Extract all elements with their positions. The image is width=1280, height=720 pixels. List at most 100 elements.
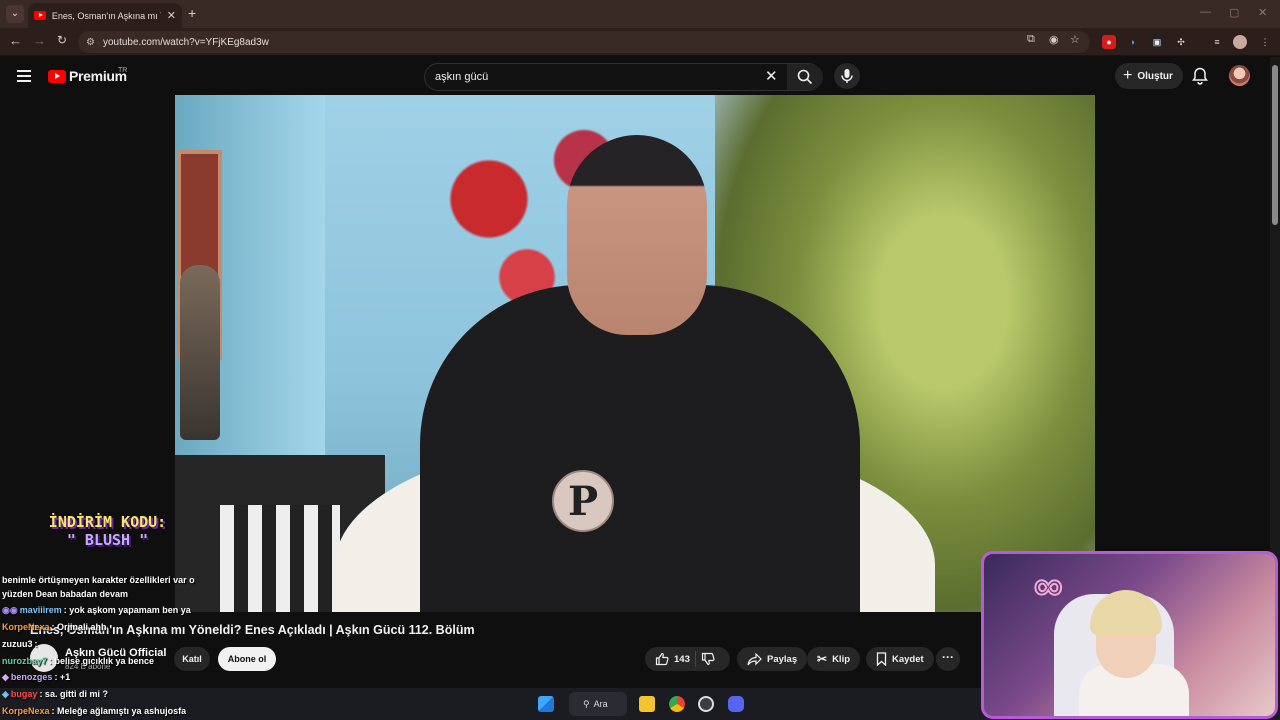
like-icon[interactable] bbox=[655, 652, 669, 666]
chat-username: nurozbay7 bbox=[2, 656, 48, 666]
profile-avatar-icon[interactable] bbox=[1233, 35, 1247, 49]
search-button[interactable] bbox=[787, 64, 823, 90]
country-code: TR bbox=[118, 67, 128, 74]
windows-start-icon[interactable] bbox=[538, 696, 554, 712]
browser-tab-strip: ⌄ Enes, Osman'ın Aşkına mı Yöneldi? ✕ + … bbox=[0, 0, 1280, 28]
youtube-play-icon bbox=[48, 69, 66, 83]
chat-text: : Meleğe ağlamıştı ya ashujosfa bbox=[51, 706, 187, 716]
dislike-icon[interactable] bbox=[701, 652, 715, 666]
extension-sound-icon[interactable]: ◗ bbox=[1126, 35, 1140, 49]
subscribe-button[interactable]: Abone ol bbox=[218, 647, 276, 671]
chat-username: zuzuu3 bbox=[2, 639, 33, 649]
chrome-icon[interactable] bbox=[669, 696, 685, 712]
chat-badge-icon: ◆ bbox=[2, 672, 9, 682]
scissors-icon: ✂ bbox=[817, 652, 828, 666]
save-button[interactable]: Kaydet bbox=[866, 647, 934, 671]
chat-text: : bbox=[34, 639, 38, 649]
video-scene-statue bbox=[180, 265, 220, 440]
obs-icon[interactable] bbox=[698, 696, 714, 712]
promo-line-1: İNDİRİM KODU: bbox=[48, 513, 167, 531]
divider bbox=[694, 651, 696, 667]
video-player[interactable]: P bbox=[175, 95, 1095, 612]
extension-red-icon[interactable]: ● bbox=[1102, 35, 1116, 49]
reading-list-icon[interactable]: ≡ bbox=[1210, 35, 1224, 49]
menu-icon[interactable] bbox=[17, 70, 31, 82]
chat-text: : +1 bbox=[54, 672, 71, 682]
channel-watermark-logo: P bbox=[552, 470, 614, 532]
youtube-favicon-icon bbox=[34, 11, 46, 20]
promo-line-2: " BLUSH " bbox=[66, 531, 149, 549]
chat-message: KorpeNexa: Meleğe ağlamıştı ya ashujosfa bbox=[2, 706, 186, 716]
taskbar-search[interactable]: ⚲ Ara bbox=[569, 692, 627, 716]
chat-text: : belise gıcıklık ya bence bbox=[49, 656, 155, 666]
site-info-icon[interactable]: ⚙ bbox=[86, 37, 95, 48]
chat-username: KorpeNexa bbox=[2, 622, 50, 632]
tab-close-icon[interactable]: ✕ bbox=[167, 9, 176, 22]
promo-code-overlay: İNDİRİM KODU: " BLUSH " bbox=[35, 513, 180, 561]
share-icon bbox=[747, 652, 762, 665]
search-input[interactable] bbox=[435, 71, 755, 83]
back-icon[interactable]: ← bbox=[9, 33, 22, 48]
video-scene-cabinet-pattern bbox=[220, 505, 340, 612]
create-button[interactable]: + Oluştur bbox=[1115, 63, 1183, 89]
screen: ⌄ Enes, Osman'ın Aşkına mı Yöneldi? ✕ + … bbox=[0, 0, 1280, 720]
maximize-icon[interactable]: ▢ bbox=[1229, 6, 1239, 19]
chat-message-fragment: yüzden Dean babadan devam bbox=[2, 589, 129, 599]
discord-icon[interactable] bbox=[728, 696, 744, 712]
account-avatar[interactable] bbox=[1229, 65, 1250, 86]
chat-message: KorpeNexa: Orjinali ahh bbox=[2, 622, 107, 632]
more-actions-icon[interactable]: ··· bbox=[936, 647, 960, 671]
close-window-icon[interactable]: ✕ bbox=[1258, 6, 1267, 19]
clip-label: Klip bbox=[832, 653, 851, 665]
chat-message: ◆ benozges: +1 bbox=[2, 672, 70, 683]
chat-message-fragment: benimle örtüşmeyen karakter özellikleri … bbox=[2, 575, 195, 585]
chat-text: : Orjinali ahh bbox=[51, 622, 107, 632]
reload-icon[interactable]: ↻ bbox=[57, 33, 67, 47]
clip-button[interactable]: ✂ Klip bbox=[807, 647, 861, 671]
minimize-icon[interactable]: — bbox=[1200, 6, 1211, 18]
youtube-masthead: Premium TR ✕ + Oluştur bbox=[0, 57, 1270, 95]
chat-message: ◉◉ maviiirem: yok aşkom yapamam ben ya bbox=[2, 605, 191, 616]
clear-search-icon[interactable]: ✕ bbox=[765, 67, 778, 85]
address-bar[interactable]: ⚙ youtube.com/watch?v=YFjKEg8ad3w bbox=[78, 31, 1090, 53]
share-button[interactable]: Paylaş bbox=[737, 647, 808, 671]
like-count[interactable]: 143 bbox=[674, 654, 690, 665]
like-dislike-bar: 143 bbox=[645, 647, 730, 671]
extension-dark-icon[interactable]: ▣ bbox=[1150, 35, 1164, 49]
chat-badge-icon: ◈ bbox=[2, 689, 9, 699]
bookmark-star-icon[interactable]: ☆ bbox=[1070, 33, 1080, 46]
chat-text: : sa. gitti di mi ? bbox=[39, 689, 108, 699]
chat-message: nurozbay7: belise gıcıklık ya bence bbox=[2, 656, 154, 666]
url-text: youtube.com/watch?v=YFjKEg8ad3w bbox=[102, 36, 269, 48]
browser-toolbar: ← → ↻ ⚙ youtube.com/watch?v=YFjKEg8ad3w … bbox=[0, 28, 1280, 56]
chat-username: bugay bbox=[10, 689, 38, 699]
chat-text: : yok aşkom yapamam ben ya bbox=[63, 605, 191, 615]
tab-search-dropdown-icon[interactable]: ⌄ bbox=[6, 5, 24, 23]
join-button[interactable]: Katıl bbox=[174, 647, 210, 671]
file-explorer-icon[interactable] bbox=[639, 696, 655, 712]
new-tab-icon[interactable]: + bbox=[188, 5, 196, 21]
tab-title: Enes, Osman'ın Aşkına mı Yöneldi? bbox=[51, 10, 161, 21]
microphone-icon bbox=[841, 69, 853, 83]
chat-message: ◈ bugay: sa. gitti di mi ? bbox=[2, 689, 108, 700]
save-label: Kaydet bbox=[892, 653, 924, 665]
notifications-bell-icon[interactable] bbox=[1192, 67, 1208, 85]
voice-search-button[interactable] bbox=[834, 63, 860, 89]
chat-username: maviiirem bbox=[19, 605, 62, 615]
youtube-premium-logo[interactable]: Premium bbox=[48, 68, 127, 84]
chat-username: benozges bbox=[10, 672, 53, 682]
browser-tab-active[interactable]: Enes, Osman'ın Aşkına mı Yöneldi? ✕ bbox=[28, 3, 182, 28]
share-label: Paylaş bbox=[767, 653, 798, 665]
video-scene-head bbox=[567, 135, 707, 335]
extensions-puzzle-icon[interactable]: ✣ bbox=[1174, 35, 1188, 49]
taskbar-search-label: Ara bbox=[593, 699, 608, 709]
create-label: Oluştur bbox=[1137, 70, 1173, 82]
browser-menu-icon[interactable]: ⋮ bbox=[1258, 35, 1272, 49]
scrollbar-thumb[interactable] bbox=[1272, 65, 1278, 225]
forward-icon[interactable]: → bbox=[33, 33, 46, 48]
chat-message: zuzuu3: bbox=[2, 639, 38, 649]
cast-icon[interactable]: ⧉ bbox=[1027, 33, 1035, 46]
search-icon: ⚲ bbox=[583, 698, 590, 709]
tracking-icon[interactable]: ◉ bbox=[1049, 33, 1059, 46]
chat-badge-icon: ◉◉ bbox=[2, 605, 18, 615]
